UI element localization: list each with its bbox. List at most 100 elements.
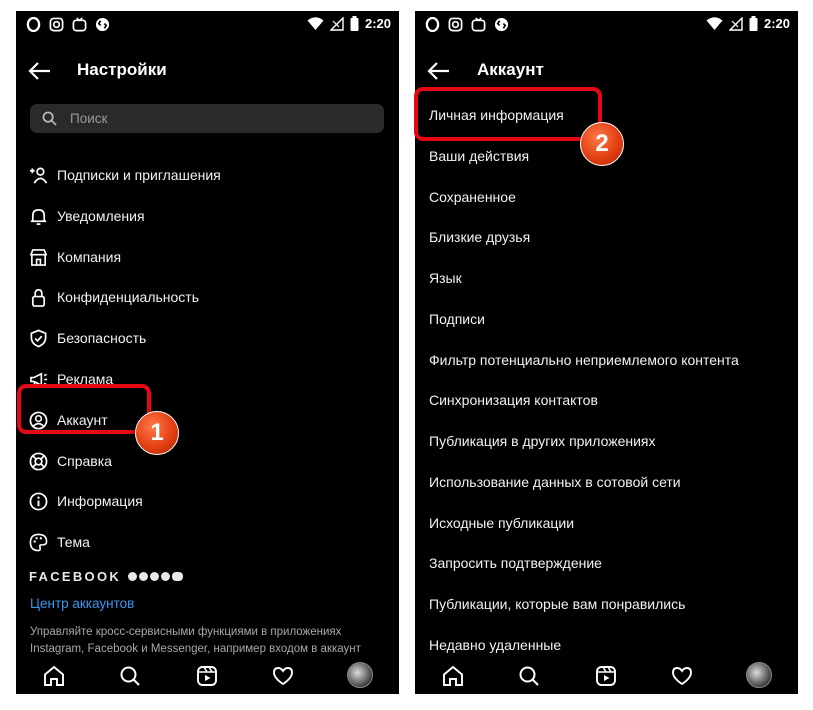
menu-item-about[interactable]: Информация: [16, 483, 399, 519]
step-badge-2: 2: [580, 122, 624, 166]
facebook-label: FACEBOOK: [29, 569, 122, 584]
account-item-label: Ваши действия: [429, 148, 530, 164]
account-item-label: Сохраненное: [429, 189, 516, 205]
tv-icon: [471, 17, 486, 32]
messenger-icon: [139, 572, 149, 581]
highlight-account: [17, 384, 151, 434]
menu-item-label: Информация: [57, 493, 143, 509]
reels-icon[interactable]: [196, 665, 218, 687]
add-person-icon: [29, 167, 48, 184]
store-icon: [29, 249, 48, 266]
wifi-icon: [307, 16, 324, 30]
menu-item-notifications[interactable]: Уведомления: [16, 198, 399, 234]
search-input[interactable]: [70, 104, 370, 133]
account-item-saved[interactable]: Сохраненное: [415, 179, 798, 215]
account-item-request-verification[interactable]: Запросить подтверждение: [415, 545, 798, 581]
bell-icon: [30, 208, 47, 225]
account-item-label: Фильтр потенциально неприемлемого контен…: [429, 352, 739, 368]
account-item-language[interactable]: Язык: [415, 260, 798, 296]
facebook-icon: [128, 572, 138, 581]
account-item-label: Недавно удаленные: [429, 637, 562, 653]
home-icon[interactable]: [442, 665, 464, 687]
highlight-personal-info: [414, 87, 602, 141]
menu-item-business[interactable]: Компания: [16, 239, 399, 275]
info-icon: [29, 492, 48, 511]
instagram-icon: [49, 17, 64, 32]
step-badge-1: 1: [135, 411, 179, 455]
status-bar: 2:20: [16, 11, 399, 39]
signal-icon: [329, 16, 344, 31]
battery-icon: [350, 16, 359, 31]
instagram-icon: [150, 572, 160, 581]
account-item-sensitive-content[interactable]: Фильтр потенциально неприемлемого контен…: [415, 342, 798, 378]
account-item-label: Публикация в других приложениях: [429, 433, 656, 449]
profile-avatar[interactable]: [347, 662, 373, 688]
wifi-icon: [706, 16, 723, 30]
back-arrow-icon[interactable]: [427, 61, 451, 81]
home-icon[interactable]: [43, 665, 65, 687]
search-icon[interactable]: [119, 665, 141, 687]
menu-item-label: Безопасность: [57, 330, 147, 346]
instagram-icon: [448, 17, 463, 32]
palette-icon: [29, 533, 48, 552]
signal-icon: [728, 16, 743, 31]
account-item-original-posts[interactable]: Исходные публикации: [415, 505, 798, 541]
account-item-label: Использование данных в сотовой сети: [429, 474, 681, 490]
account-item-label: Исходные публикации: [429, 515, 575, 531]
battery-icon: [749, 16, 758, 31]
account-item-label: Язык: [429, 270, 462, 286]
settings-screen: 2:20 Настройки Подписки и приглашения Ув…: [16, 11, 399, 694]
status-bar: 2:20: [415, 11, 798, 39]
lifebuoy-icon: [29, 452, 48, 471]
shazam-icon: [95, 17, 110, 32]
bottom-nav: [415, 656, 798, 694]
heart-icon[interactable]: [671, 665, 693, 687]
facebook-apps-icons: [128, 572, 184, 581]
search-bar[interactable]: [30, 104, 384, 133]
account-item-captions[interactable]: Подписи: [415, 301, 798, 337]
shield-icon: [30, 329, 47, 348]
account-item-close-friends[interactable]: Близкие друзья: [415, 219, 798, 255]
menu-item-label: Подписки и приглашения: [57, 167, 221, 183]
search-icon: [42, 111, 57, 126]
back-arrow-icon[interactable]: [28, 61, 52, 81]
menu-item-privacy[interactable]: Конфиденциальность: [16, 279, 399, 315]
account-item-label: Близкие друзья: [429, 229, 531, 245]
tv-icon: [72, 17, 87, 32]
menu-item-label: Компания: [57, 249, 122, 265]
status-time: 2:20: [364, 16, 391, 31]
menu-item-label: Конфиденциальность: [57, 289, 200, 305]
account-item-label: Запросить подтверждение: [429, 555, 602, 571]
menu-item-label: Тема: [57, 534, 90, 550]
bottom-nav: [16, 656, 399, 694]
account-item-liked-posts[interactable]: Публикации, которые вам понравились: [415, 586, 798, 622]
menu-item-help[interactable]: Справка: [16, 443, 399, 479]
profile-avatar[interactable]: [746, 662, 772, 688]
oculus-icon: [172, 572, 184, 581]
menu-item-security[interactable]: Безопасность: [16, 320, 399, 356]
page-title: Аккаунт: [477, 60, 544, 79]
status-time: 2:20: [763, 16, 790, 31]
account-item-cellular-data[interactable]: Использование данных в сотовой сети: [415, 464, 798, 500]
opera-icon: [425, 17, 440, 32]
menu-item-follow-invite[interactable]: Подписки и приглашения: [16, 157, 399, 193]
opera-icon: [26, 17, 41, 32]
facebook-section-header: FACEBOOK: [29, 569, 184, 584]
account-item-sharing[interactable]: Публикация в других приложениях: [415, 423, 798, 459]
heart-icon[interactable]: [272, 665, 294, 687]
whatsapp-icon: [161, 572, 171, 581]
app-bar: Настройки: [16, 49, 399, 93]
menu-item-theme[interactable]: Тема: [16, 524, 399, 560]
search-icon[interactable]: [518, 665, 540, 687]
page-title: Настройки: [77, 60, 167, 79]
accounts-center-description: Управляйте кросс-сервисными функциями в …: [30, 626, 361, 655]
menu-item-label: Справка: [57, 453, 112, 469]
menu-item-label: Уведомления: [57, 208, 145, 224]
account-item-label: Подписи: [429, 311, 485, 327]
account-item-label: Публикации, которые вам понравились: [429, 596, 686, 612]
lock-icon: [31, 289, 46, 307]
shazam-icon: [494, 17, 509, 32]
reels-icon[interactable]: [595, 665, 617, 687]
accounts-center-link[interactable]: Центр аккаунтов: [30, 596, 134, 611]
account-item-contacts-sync[interactable]: Синхронизация контактов: [415, 382, 798, 418]
